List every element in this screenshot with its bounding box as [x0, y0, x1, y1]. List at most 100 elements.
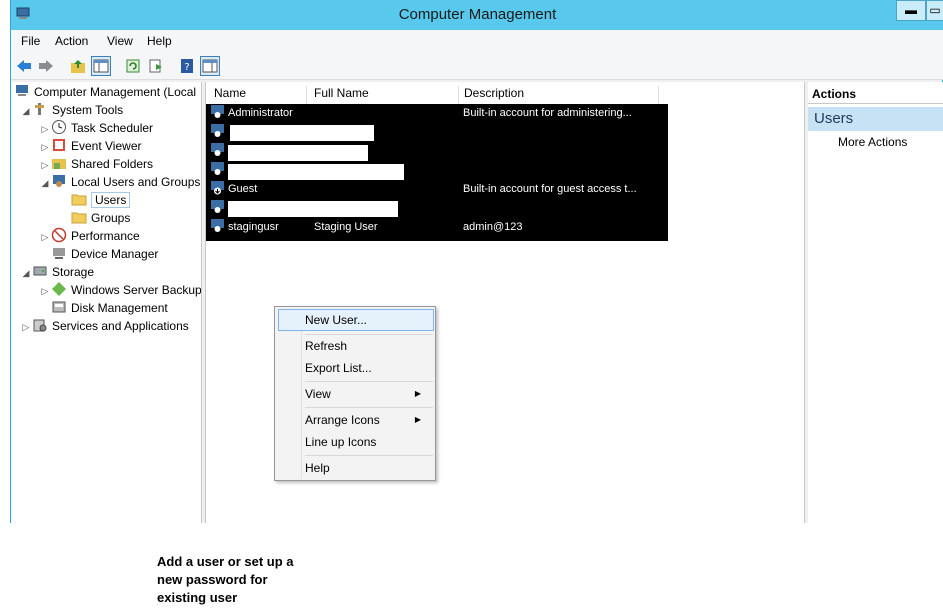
- list-header: Name Full Name Description: [206, 84, 666, 104]
- menu-gutter: [301, 309, 302, 479]
- annotation-caption: Add a user or set up a new password for …: [157, 554, 294, 605]
- user-row[interactable]: Administrator Built-in account for admin…: [210, 104, 632, 122]
- column-divider[interactable]: [306, 86, 307, 104]
- tree-label: Task Scheduler: [71, 121, 154, 135]
- user-name: stagingusr: [228, 221, 279, 233]
- window-title: Computer Management: [398, 6, 557, 23]
- more-actions-link[interactable]: More Actions: [838, 135, 907, 149]
- actions-header: Actions: [808, 82, 943, 104]
- menu-item-view[interactable]: View ▶: [305, 384, 431, 404]
- forward-button[interactable]: [36, 56, 56, 76]
- redaction-bar: [228, 201, 398, 217]
- tree-item-windows-server-backup[interactable]: ▷ Windows Server Backup: [39, 281, 201, 300]
- redaction-bar: [228, 145, 368, 161]
- menu-item-help[interactable]: Help: [305, 458, 330, 478]
- tree-item-local-users-groups[interactable]: ◢ Local Users and Groups: [39, 173, 200, 191]
- user-icon: [210, 142, 225, 157]
- menu-item-export-list[interactable]: Export List...: [305, 358, 372, 378]
- menu-item-arrange-icons[interactable]: Arrange Icons ▶: [305, 410, 431, 430]
- help-book-icon: ?: [181, 59, 193, 73]
- expand-arrow-icon[interactable]: ▷: [39, 156, 51, 174]
- column-header-full-name[interactable]: Full Name: [314, 86, 369, 100]
- tree-item-performance[interactable]: ▷ Performance: [39, 227, 140, 245]
- menu-item-new-user[interactable]: New User...: [305, 310, 367, 330]
- export-list-button[interactable]: [146, 56, 166, 76]
- tree-item-storage[interactable]: ◢ Storage: [20, 263, 95, 282]
- user-icon: [210, 161, 225, 176]
- tree-label: Performance: [71, 229, 140, 243]
- show-hide-action-pane-button[interactable]: [200, 56, 220, 76]
- menu-separator: [305, 407, 433, 408]
- actions-section-users[interactable]: Users: [808, 107, 943, 131]
- user-icon: [210, 123, 225, 138]
- menu-action[interactable]: Action: [55, 34, 88, 48]
- menu-file[interactable]: File: [21, 34, 40, 48]
- backup-icon: [51, 281, 67, 297]
- title-bar[interactable]: Computer Management ▬ ▭: [11, 0, 943, 30]
- tree-item-disk-management[interactable]: Disk Management: [51, 299, 168, 317]
- menu-separator: [305, 334, 433, 335]
- help-button[interactable]: ?: [177, 56, 197, 76]
- minimize-button[interactable]: ▬: [896, 0, 926, 21]
- console-tree: Computer Management (Local ◢ System Tools…: [12, 82, 202, 523]
- tools-icon: [32, 101, 48, 117]
- redaction-bar: [230, 125, 374, 141]
- user-row[interactable]: Guest Built-in account for guest access …: [210, 180, 637, 198]
- action-pane-icon: [202, 59, 218, 73]
- user-description: Built-in account for administering...: [463, 107, 632, 119]
- tree-item-users[interactable]: Users: [71, 191, 131, 209]
- menu-view[interactable]: View: [107, 34, 133, 48]
- tree-label: Storage: [52, 265, 95, 279]
- menu-item-label: Arrange Icons: [305, 413, 380, 427]
- submenu-arrow-icon: ▶: [414, 415, 421, 424]
- toolbar: ?: [11, 52, 943, 80]
- collapse-arrow-icon[interactable]: ◢: [20, 264, 32, 282]
- tree-label: Services and Applications: [52, 319, 189, 333]
- user-row[interactable]: [210, 123, 228, 141]
- menu-item-line-up-icons[interactable]: Line up Icons: [305, 432, 376, 452]
- column-divider[interactable]: [658, 86, 659, 104]
- collapse-arrow-icon[interactable]: ◢: [20, 102, 32, 120]
- user-row[interactable]: stagingusr Staging User admin@123: [210, 218, 522, 236]
- column-divider[interactable]: [458, 86, 459, 104]
- back-button[interactable]: [14, 56, 34, 76]
- performance-icon: [51, 227, 67, 243]
- back-arrow-icon: [17, 60, 31, 72]
- menu-separator: [305, 455, 433, 456]
- user-description: admin@123: [463, 221, 523, 233]
- actions-pane: Actions Users More Actions: [808, 82, 943, 523]
- refresh-button[interactable]: [123, 56, 143, 76]
- folder-icon: [71, 191, 87, 207]
- expand-arrow-icon[interactable]: ▷: [39, 228, 51, 246]
- tree-label: Computer Management (Local: [34, 85, 197, 99]
- tree-item-device-manager[interactable]: Device Manager: [51, 245, 158, 263]
- disk-management-icon: [51, 299, 67, 315]
- show-hide-console-tree-button[interactable]: [91, 56, 111, 76]
- tree-label: Local Users and Groups: [71, 175, 201, 189]
- user-row[interactable]: [210, 199, 228, 217]
- svg-text:?: ?: [184, 62, 189, 73]
- tree-item-computer-management[interactable]: Computer Management (Local: [14, 83, 196, 101]
- tree-item-task-scheduler[interactable]: ▷ Task Scheduler: [39, 119, 153, 137]
- tree-item-groups[interactable]: Groups: [71, 209, 130, 227]
- expand-arrow-icon[interactable]: ▷: [20, 318, 32, 336]
- tree-item-system-tools[interactable]: ◢ System Tools: [20, 101, 123, 119]
- tree-item-services-applications[interactable]: ▷ Services and Applications: [20, 317, 189, 335]
- tree-item-shared-folders[interactable]: ▷ Shared Folders: [39, 155, 154, 174]
- menu-help[interactable]: Help: [147, 34, 172, 48]
- expand-arrow-icon[interactable]: ▷: [39, 120, 51, 138]
- tree-item-event-viewer[interactable]: ▷ Event Viewer: [39, 137, 141, 155]
- up-one-level-button[interactable]: [68, 56, 88, 76]
- user-row[interactable]: [210, 161, 228, 179]
- maximize-button[interactable]: ▭: [926, 0, 943, 21]
- user-full-name: Staging User: [314, 221, 378, 233]
- expand-arrow-icon[interactable]: ▷: [39, 138, 51, 156]
- column-header-name[interactable]: Name: [214, 86, 246, 100]
- menu-item-refresh[interactable]: Refresh: [305, 336, 347, 356]
- column-header-description[interactable]: Description: [464, 86, 524, 100]
- device-manager-icon: [51, 245, 67, 261]
- user-row[interactable]: [210, 142, 228, 160]
- expand-arrow-icon[interactable]: ▷: [39, 282, 51, 300]
- collapse-arrow-icon[interactable]: ◢: [39, 174, 51, 192]
- computer-management-icon: [14, 83, 30, 99]
